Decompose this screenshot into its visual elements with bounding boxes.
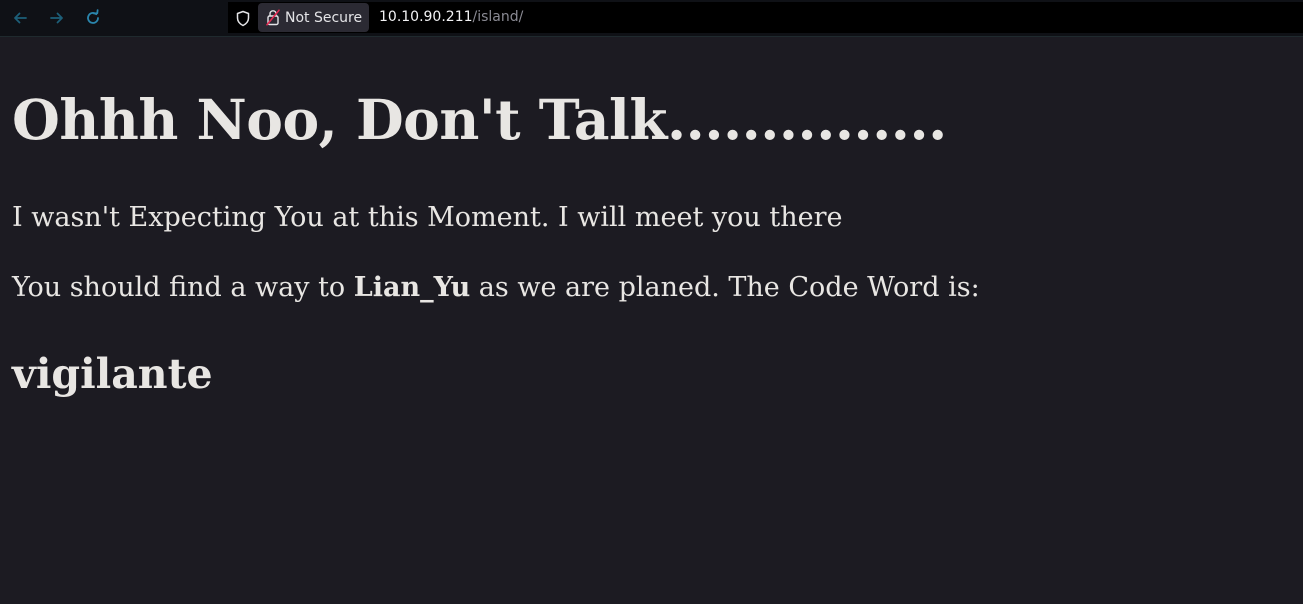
- message-line-1: I wasn't Expecting You at this Moment. I…: [12, 202, 843, 233]
- forward-button[interactable]: [46, 7, 68, 29]
- browser-toolbar: Not Secure 10.10.90.211/island/: [0, 0, 1303, 37]
- page-heading: Ohhh Noo, Don't Talk...............: [12, 87, 947, 152]
- site-security-indicator[interactable]: Not Secure: [258, 3, 369, 32]
- destination-name: Lian_Yu: [353, 272, 471, 303]
- back-button[interactable]: [9, 7, 31, 29]
- shield-icon[interactable]: [234, 9, 252, 27]
- code-word: vigilante: [12, 350, 213, 398]
- message-line-2-end: as we are planed. The Code Word is:: [470, 272, 980, 303]
- insecure-lock-icon: [265, 9, 281, 27]
- url-path: /island/: [472, 9, 524, 25]
- message-line-2: You should find a way to Lian_Yu as we a…: [12, 271, 980, 305]
- url-bar[interactable]: Not Secure 10.10.90.211/island/: [228, 2, 1303, 33]
- reload-icon: [87, 9, 99, 24]
- arrow-left-icon: [14, 12, 27, 24]
- url-text[interactable]: 10.10.90.211/island/: [379, 9, 523, 25]
- security-label: Not Secure: [285, 9, 363, 26]
- url-host: 10.10.90.211: [379, 9, 473, 25]
- message-line-2-start: You should find a way to: [12, 272, 354, 303]
- arrow-right-icon: [50, 12, 63, 24]
- reload-button[interactable]: [82, 7, 104, 29]
